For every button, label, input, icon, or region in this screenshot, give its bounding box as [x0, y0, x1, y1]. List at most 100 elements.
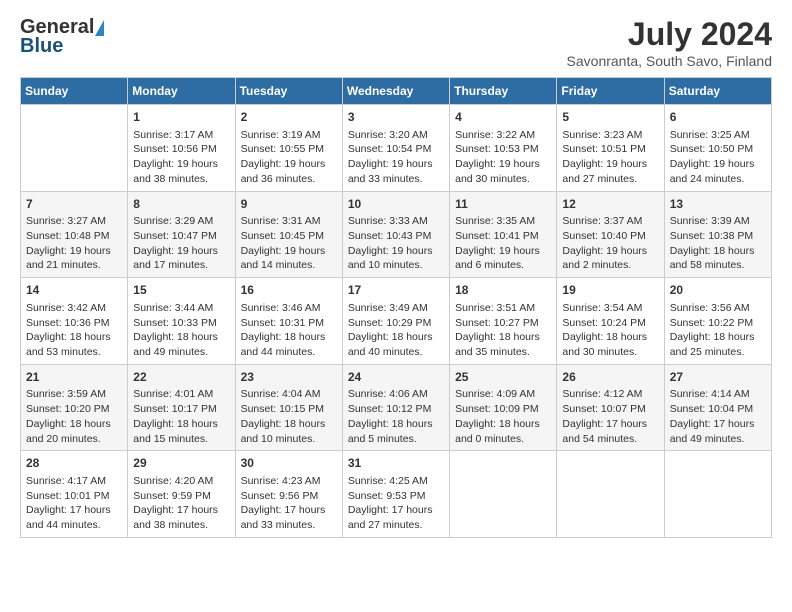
day-number: 16	[241, 282, 337, 299]
day-info: Sunrise: 3:35 AMSunset: 10:41 PMDaylight…	[455, 214, 551, 273]
day-info: Sunrise: 3:20 AMSunset: 10:54 PMDaylight…	[348, 128, 444, 187]
calendar-cell	[557, 451, 664, 538]
day-info: Sunrise: 3:56 AMSunset: 10:22 PMDaylight…	[670, 301, 766, 360]
calendar-cell: 30 Sunrise: 4:23 AMSunset: 9:56 PMDayligh…	[235, 451, 342, 538]
day-info: Sunrise: 3:29 AMSunset: 10:47 PMDaylight…	[133, 214, 229, 273]
day-number: 9	[241, 196, 337, 213]
day-number: 5	[562, 109, 658, 126]
header: General Blue July 2024 Savonranta, South…	[20, 16, 772, 69]
day-number: 26	[562, 369, 658, 386]
day-number: 21	[26, 369, 122, 386]
day-number: 31	[348, 455, 444, 472]
day-info: Sunrise: 3:25 AMSunset: 10:50 PMDaylight…	[670, 128, 766, 187]
calendar-week-row: 14Sunrise: 3:42 AMSunset: 10:36 PMDaylig…	[21, 278, 772, 365]
day-number: 24	[348, 369, 444, 386]
day-number: 25	[455, 369, 551, 386]
day-info: Sunrise: 4:01 AMSunset: 10:17 PMDaylight…	[133, 387, 229, 446]
calendar-cell: 28Sunrise: 4:17 AMSunset: 10:01 PMDaylig…	[21, 451, 128, 538]
day-info: Sunrise: 3:27 AMSunset: 10:48 PMDaylight…	[26, 214, 122, 273]
calendar-cell: 21Sunrise: 3:59 AMSunset: 10:20 PMDaylig…	[21, 364, 128, 451]
col-header-tuesday: Tuesday	[235, 78, 342, 105]
calendar-cell: 22Sunrise: 4:01 AMSunset: 10:17 PMDaylig…	[128, 364, 235, 451]
calendar-cell: 18 Sunrise: 3:51 AMSunset: 10:27 PMDaylig…	[450, 278, 557, 365]
calendar-cell: 24Sunrise: 4:06 AMSunset: 10:12 PMDaylig…	[342, 364, 449, 451]
calendar-cell: 1 Sunrise: 3:17 AMSunset: 10:56 PMDayligh…	[128, 105, 235, 192]
calendar-cell: 9Sunrise: 3:31 AMSunset: 10:45 PMDayligh…	[235, 191, 342, 278]
calendar-cell: 13Sunrise: 3:39 AMSunset: 10:38 PMDaylig…	[664, 191, 771, 278]
day-number: 13	[670, 196, 766, 213]
day-info: Sunrise: 4:04 AMSunset: 10:15 PMDaylight…	[241, 387, 337, 446]
day-info: Sunrise: 4:23 AMSunset: 9:56 PMDaylight:…	[241, 474, 337, 533]
day-info: Sunrise: 4:12 AMSunset: 10:07 PMDaylight…	[562, 387, 658, 446]
day-info: Sunrise: 3:51 AMSunset: 10:27 PMDaylight…	[455, 301, 551, 360]
calendar-cell: 12Sunrise: 3:37 AMSunset: 10:40 PMDaylig…	[557, 191, 664, 278]
day-number: 15	[133, 282, 229, 299]
calendar-cell: 2 Sunrise: 3:19 AMSunset: 10:55 PMDayligh…	[235, 105, 342, 192]
day-info: Sunrise: 3:39 AMSunset: 10:38 PMDaylight…	[670, 214, 766, 273]
day-info: Sunrise: 3:59 AMSunset: 10:20 PMDaylight…	[26, 387, 122, 446]
calendar-cell: 16Sunrise: 3:46 AMSunset: 10:31 PMDaylig…	[235, 278, 342, 365]
calendar-cell: 29Sunrise: 4:20 AMSunset: 9:59 PMDayligh…	[128, 451, 235, 538]
day-number: 30	[241, 455, 337, 472]
day-info: Sunrise: 3:19 AMSunset: 10:55 PMDaylight…	[241, 128, 337, 187]
day-info: Sunrise: 3:17 AMSunset: 10:56 PMDaylight…	[133, 128, 229, 187]
day-number: 14	[26, 282, 122, 299]
day-info: Sunrise: 4:14 AMSunset: 10:04 PMDaylight…	[670, 387, 766, 446]
day-info: Sunrise: 4:25 AMSunset: 9:53 PMDaylight:…	[348, 474, 444, 533]
day-info: Sunrise: 4:20 AMSunset: 9:59 PMDaylight:…	[133, 474, 229, 533]
calendar-cell: 15 Sunrise: 3:44 AMSunset: 10:33 PMDaylig…	[128, 278, 235, 365]
day-info: Sunrise: 3:22 AMSunset: 10:53 PMDaylight…	[455, 128, 551, 187]
calendar-cell: 31 Sunrise: 4:25 AMSunset: 9:53 PMDayligh…	[342, 451, 449, 538]
day-number: 3	[348, 109, 444, 126]
day-number: 22	[133, 369, 229, 386]
col-header-thursday: Thursday	[450, 78, 557, 105]
calendar-header-row: SundayMondayTuesdayWednesdayThursdayFrid…	[21, 78, 772, 105]
day-info: Sunrise: 3:44 AMSunset: 10:33 PMDaylight…	[133, 301, 229, 360]
day-info: Sunrise: 3:54 AMSunset: 10:24 PMDaylight…	[562, 301, 658, 360]
calendar-cell: 10Sunrise: 3:33 AMSunset: 10:43 PMDaylig…	[342, 191, 449, 278]
calendar-cell: 11Sunrise: 3:35 AMSunset: 10:41 PMDaylig…	[450, 191, 557, 278]
logo-triangle-icon	[95, 20, 104, 36]
day-number: 17	[348, 282, 444, 299]
calendar-cell	[450, 451, 557, 538]
day-number: 10	[348, 196, 444, 213]
calendar-cell: 3 Sunrise: 3:20 AMSunset: 10:54 PMDayligh…	[342, 105, 449, 192]
day-number: 6	[670, 109, 766, 126]
calendar-cell	[664, 451, 771, 538]
day-number: 19	[562, 282, 658, 299]
day-number: 8	[133, 196, 229, 213]
calendar-week-row: 28Sunrise: 4:17 AMSunset: 10:01 PMDaylig…	[21, 451, 772, 538]
calendar-cell: 6 Sunrise: 3:25 AMSunset: 10:50 PMDayligh…	[664, 105, 771, 192]
calendar-cell: 23Sunrise: 4:04 AMSunset: 10:15 PMDaylig…	[235, 364, 342, 451]
calendar-cell: 17 Sunrise: 3:49 AMSunset: 10:29 PMDaylig…	[342, 278, 449, 365]
day-info: Sunrise: 3:37 AMSunset: 10:40 PMDaylight…	[562, 214, 658, 273]
logo: General Blue	[20, 16, 105, 58]
day-info: Sunrise: 4:09 AMSunset: 10:09 PMDaylight…	[455, 387, 551, 446]
calendar-cell: 7Sunrise: 3:27 AMSunset: 10:48 PMDayligh…	[21, 191, 128, 278]
day-info: Sunrise: 3:23 AMSunset: 10:51 PMDaylight…	[562, 128, 658, 187]
col-header-friday: Friday	[557, 78, 664, 105]
day-number: 23	[241, 369, 337, 386]
calendar-week-row: 1 Sunrise: 3:17 AMSunset: 10:56 PMDayligh…	[21, 105, 772, 192]
day-number: 1	[133, 109, 229, 126]
day-info: Sunrise: 3:33 AMSunset: 10:43 PMDaylight…	[348, 214, 444, 273]
col-header-wednesday: Wednesday	[342, 78, 449, 105]
calendar-week-row: 21Sunrise: 3:59 AMSunset: 10:20 PMDaylig…	[21, 364, 772, 451]
logo-blue: Blue	[20, 35, 63, 58]
col-header-monday: Monday	[128, 78, 235, 105]
day-info: Sunrise: 3:49 AMSunset: 10:29 PMDaylight…	[348, 301, 444, 360]
day-info: Sunrise: 4:06 AMSunset: 10:12 PMDaylight…	[348, 387, 444, 446]
day-number: 18	[455, 282, 551, 299]
day-number: 28	[26, 455, 122, 472]
calendar-cell: 27Sunrise: 4:14 AMSunset: 10:04 PMDaylig…	[664, 364, 771, 451]
col-header-sunday: Sunday	[21, 78, 128, 105]
day-number: 20	[670, 282, 766, 299]
day-info: Sunrise: 3:31 AMSunset: 10:45 PMDaylight…	[241, 214, 337, 273]
calendar-cell: 19 Sunrise: 3:54 AMSunset: 10:24 PMDaylig…	[557, 278, 664, 365]
day-number: 2	[241, 109, 337, 126]
calendar-cell: 5 Sunrise: 3:23 AMSunset: 10:51 PMDayligh…	[557, 105, 664, 192]
day-number: 12	[562, 196, 658, 213]
calendar-week-row: 7Sunrise: 3:27 AMSunset: 10:48 PMDayligh…	[21, 191, 772, 278]
calendar-cell: 8Sunrise: 3:29 AMSunset: 10:47 PMDayligh…	[128, 191, 235, 278]
title-area: July 2024 Savonranta, South Savo, Finlan…	[567, 16, 772, 69]
